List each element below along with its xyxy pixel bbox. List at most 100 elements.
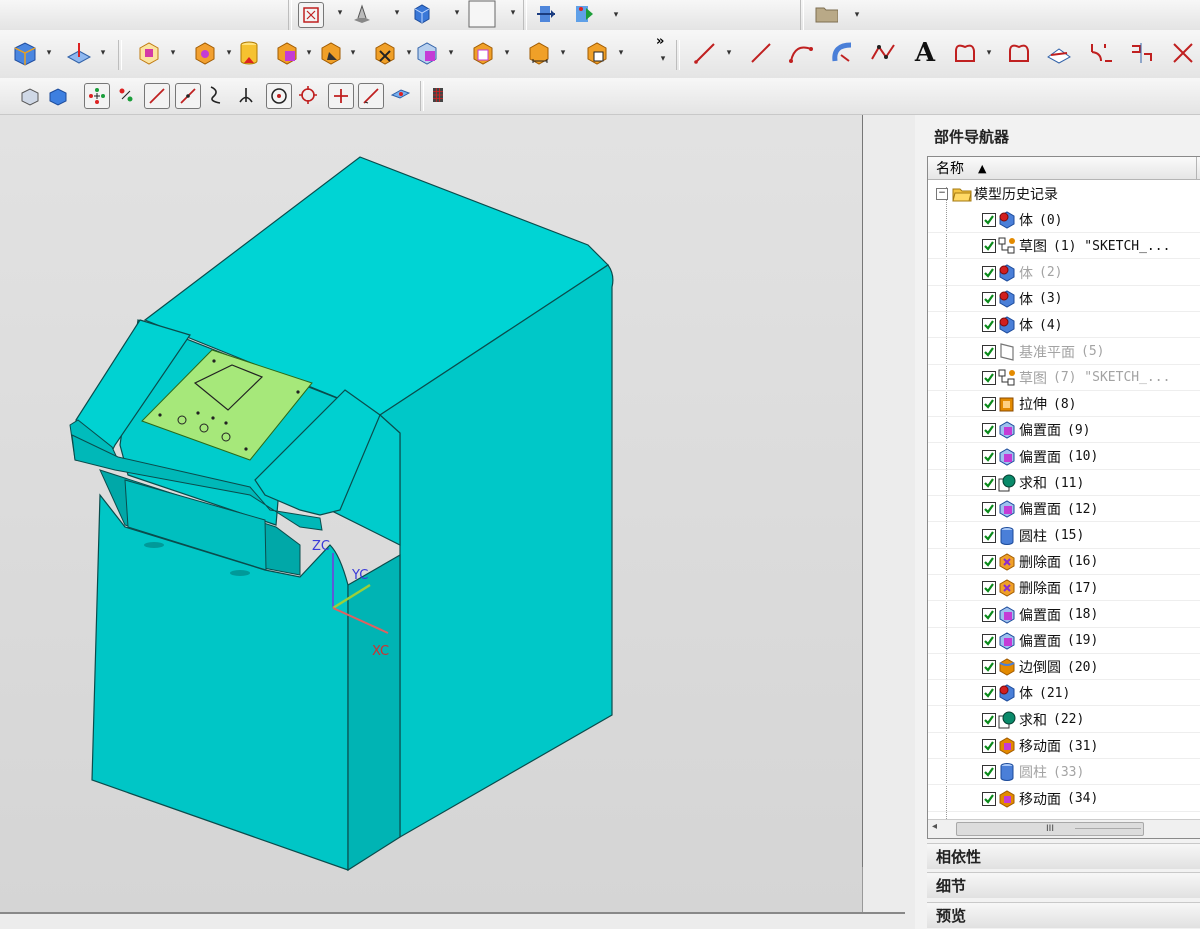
clip-section-button[interactable] xyxy=(572,2,596,26)
visibility-checkbox[interactable] xyxy=(982,581,996,596)
feature-tool-5-dropdown-icon[interactable]: ▾ xyxy=(348,48,358,58)
tree-row[interactable]: 移动面 (34) xyxy=(928,786,1200,812)
feature-tool-1-dropdown-icon[interactable]: ▾ xyxy=(168,48,178,58)
column-header-name[interactable]: 名称 ▲ xyxy=(928,157,1200,180)
feature-tool-10-dropdown-icon[interactable]: ▾ xyxy=(616,48,626,58)
visibility-checkbox[interactable] xyxy=(982,712,996,727)
offset-curve-button[interactable] xyxy=(948,36,982,70)
tree-row[interactable]: 草图 (1) "SKETCH_... xyxy=(928,233,1200,260)
tree-row[interactable]: 边倒圆 (20) xyxy=(928,654,1200,681)
section-preview[interactable]: 预览 xyxy=(927,902,1200,928)
column-separator[interactable] xyxy=(1196,157,1197,179)
feature-tool-5[interactable] xyxy=(314,36,348,70)
project-curve-button[interactable] xyxy=(1002,36,1036,70)
open-folder-button[interactable] xyxy=(814,2,838,26)
text-tool-button[interactable]: A xyxy=(908,36,942,70)
tree-horizontal-scrollbar[interactable]: ◂ III xyxy=(928,819,1200,838)
tree-row[interactable]: 偏置面 (10) xyxy=(928,444,1200,470)
visibility-checkbox[interactable] xyxy=(982,370,996,385)
feature-tool-1[interactable] xyxy=(132,36,166,70)
line-button[interactable] xyxy=(688,36,722,70)
background-dropdown-icon[interactable]: ▾ xyxy=(508,8,518,18)
section-view-button[interactable] xyxy=(534,2,558,26)
toolbar-overflow-button[interactable]: » xyxy=(656,34,664,49)
face-filter-button[interactable] xyxy=(18,84,42,108)
tree-row[interactable]: 体 (2) xyxy=(928,260,1200,286)
snap-line-button[interactable] xyxy=(144,83,170,109)
datum-button[interactable] xyxy=(62,36,96,70)
tree-row[interactable]: 求和 (22) xyxy=(928,707,1200,733)
feature-tree[interactable]: 名称 ▲ − 模型历史记录 体 (0) 草图 (1) "SKETCH_... 体 (2) 体… xyxy=(927,156,1200,839)
snap-arc-center-button[interactable] xyxy=(114,83,138,107)
tree-row[interactable]: 删除面 (17) xyxy=(928,575,1200,602)
feature-tool-6[interactable] xyxy=(368,36,402,70)
datum-dropdown-icon[interactable]: ▾ xyxy=(98,48,108,58)
scroll-left-icon[interactable]: ◂ xyxy=(932,821,937,832)
tree-row[interactable]: 草图 (7) "SKETCH_... xyxy=(928,365,1200,391)
body-filter-button[interactable] xyxy=(46,84,70,108)
feature-tool-9-dropdown-icon[interactable]: ▾ xyxy=(558,48,568,58)
offset-curve-dropdown-icon[interactable]: ▾ xyxy=(984,48,994,58)
tree-root-node[interactable]: − 模型历史记录 xyxy=(928,181,1200,207)
feature-tool-4[interactable] xyxy=(270,36,304,70)
tree-row[interactable]: 移动面 (31) xyxy=(928,733,1200,759)
snap-curve-button[interactable] xyxy=(204,83,228,107)
snap-point-on-surface-button[interactable] xyxy=(388,83,412,107)
feature-tool-7-dropdown-icon[interactable]: ▾ xyxy=(446,48,456,58)
visibility-checkbox[interactable] xyxy=(982,476,996,490)
feature-tool-10[interactable] xyxy=(580,36,614,70)
folder-dropdown-icon[interactable]: ▾ xyxy=(852,10,862,20)
visibility-checkbox[interactable] xyxy=(982,660,996,675)
fit-view-button[interactable] xyxy=(298,2,324,28)
basic-line-button[interactable] xyxy=(744,36,778,70)
panel-splitter-grip[interactable] xyxy=(1075,828,1141,836)
orient-view-button[interactable] xyxy=(410,2,434,26)
visibility-checkbox[interactable] xyxy=(982,554,996,569)
visibility-checkbox[interactable] xyxy=(982,686,996,701)
collapse-toggle-icon[interactable]: − xyxy=(936,188,948,200)
grid-button[interactable] xyxy=(426,83,450,107)
tree-row[interactable]: 基准平面 (5) xyxy=(928,339,1200,365)
tree-row[interactable]: 体 (0) xyxy=(928,207,1200,233)
snap-intersection-button[interactable] xyxy=(234,83,258,107)
render-style-button[interactable] xyxy=(350,2,374,26)
tree-row[interactable]: 圆柱 (33) xyxy=(928,759,1200,786)
visibility-checkbox[interactable] xyxy=(982,528,996,543)
visibility-checkbox[interactable] xyxy=(982,739,996,753)
visibility-checkbox[interactable] xyxy=(982,502,996,517)
feature-tool-3[interactable] xyxy=(232,36,266,70)
block-button[interactable] xyxy=(8,36,42,70)
background-button[interactable] xyxy=(466,0,498,28)
visibility-checkbox[interactable] xyxy=(982,397,996,412)
feature-tool-9[interactable] xyxy=(522,36,556,70)
visibility-checkbox[interactable] xyxy=(982,633,996,648)
feature-tool-4-dropdown-icon[interactable]: ▾ xyxy=(304,48,314,58)
tree-row[interactable]: 拉伸 (8) xyxy=(928,391,1200,418)
visibility-checkbox[interactable] xyxy=(982,607,996,622)
snap-existing-point-button[interactable] xyxy=(328,83,354,109)
join-curve-button[interactable] xyxy=(1124,36,1158,70)
tree-row[interactable]: 圆柱 (15) xyxy=(928,523,1200,549)
snap-point-on-curve-button[interactable] xyxy=(358,83,384,109)
section-dependencies[interactable]: 相依性 xyxy=(927,843,1200,869)
visibility-checkbox[interactable] xyxy=(982,344,996,359)
visibility-checkbox[interactable] xyxy=(982,291,996,306)
curve-button[interactable] xyxy=(826,36,860,70)
tree-row[interactable]: 体 (3) xyxy=(928,286,1200,312)
section-details[interactable]: 细节 xyxy=(927,872,1200,898)
render-style-dropdown-icon[interactable]: ▾ xyxy=(392,8,402,18)
toolbar-overflow-dropdown-icon[interactable]: ▾ xyxy=(658,54,668,64)
visibility-checkbox[interactable] xyxy=(982,239,996,254)
clip-section-dropdown-icon[interactable]: ▾ xyxy=(611,10,621,20)
studio-spline-button[interactable] xyxy=(866,36,900,70)
visibility-checkbox[interactable] xyxy=(982,213,996,227)
visibility-checkbox[interactable] xyxy=(982,423,996,438)
feature-tool-7[interactable] xyxy=(410,36,444,70)
intersect-curve-button[interactable] xyxy=(1042,36,1076,70)
visibility-checkbox[interactable] xyxy=(982,765,996,780)
tree-row[interactable]: 偏置面 (19) xyxy=(928,628,1200,654)
model-canvas[interactable]: ZC YC XC xyxy=(0,115,862,912)
tree-row[interactable]: 体 (21) xyxy=(928,680,1200,707)
visibility-checkbox[interactable] xyxy=(982,265,996,280)
feature-tool-2[interactable] xyxy=(188,36,222,70)
